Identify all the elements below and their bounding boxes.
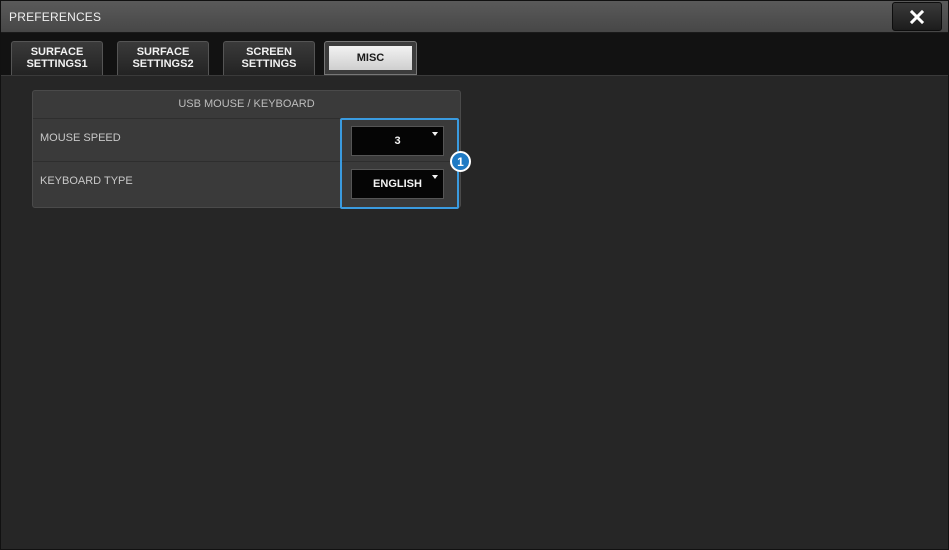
window-title: PREFERENCES <box>9 10 102 24</box>
title-bar: PREFERENCES <box>1 1 948 33</box>
dropdown-arrow-icon <box>432 132 438 136</box>
dropdown-arrow-icon <box>432 175 438 179</box>
tab-misc[interactable]: MISC <box>324 41 417 75</box>
tab-label: MISC <box>329 46 412 70</box>
keyboard-type-value: ENGLISH <box>373 178 422 190</box>
tab-label-line1: SURFACE <box>136 45 190 58</box>
tab-label-line2: SETTINGS2 <box>132 57 194 70</box>
tab-surface-settings1[interactable]: SURFACE SETTINGS1 <box>11 41 103 75</box>
tab-bar: SURFACE SETTINGS1 SURFACE SETTINGS2 SCRE… <box>1 33 948 76</box>
preferences-window: PREFERENCES SURFACE SETTINGS1 SURFACE SE… <box>0 0 949 550</box>
close-button[interactable] <box>892 2 942 31</box>
tab-label-line2: SETTINGS1 <box>26 57 88 70</box>
keyboard-type-select[interactable]: ENGLISH <box>351 169 444 199</box>
mouse-speed-label: MOUSE SPEED <box>40 132 121 144</box>
keyboard-type-label: KEYBOARD TYPE <box>40 175 133 187</box>
tab-label-line1: SCREEN <box>246 45 292 58</box>
tab-surface-settings2[interactable]: SURFACE SETTINGS2 <box>117 41 209 75</box>
tab-screen-settings[interactable]: SCREEN SETTINGS <box>223 41 315 75</box>
mouse-speed-value: 3 <box>394 135 401 147</box>
callout-badge: 1 <box>450 151 471 172</box>
mouse-speed-select[interactable]: 3 <box>351 126 444 156</box>
close-x-icon <box>909 9 925 24</box>
tab-label-line2: SETTINGS <box>241 57 297 70</box>
tab-label-line1: SURFACE <box>30 45 84 58</box>
panel-title: USB MOUSE / KEYBOARD <box>178 98 315 110</box>
